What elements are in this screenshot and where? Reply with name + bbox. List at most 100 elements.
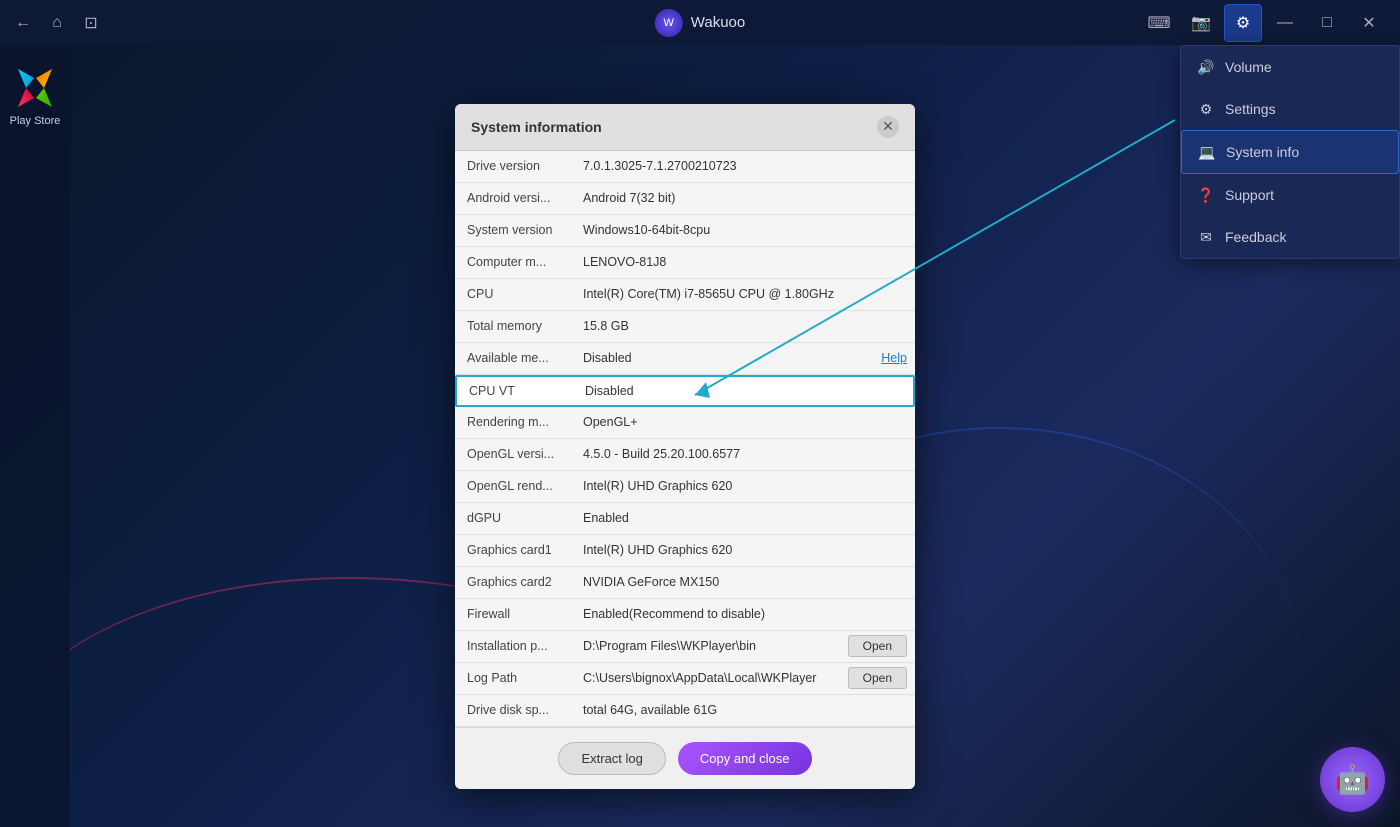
dropdown-item-settings[interactable]: ⚙ Settings <box>1181 88 1399 130</box>
row-label: CPU <box>455 281 575 307</box>
dropdown-item-volume[interactable]: 🔊 Volume <box>1181 46 1399 88</box>
info-table: Drive version 7.0.1.3025-7.1.2700210723 … <box>455 151 915 727</box>
table-row: Available me... Disabled Help <box>455 343 915 375</box>
row-value: OpenGL+ <box>575 409 915 435</box>
row-label: Available me... <box>455 345 575 371</box>
dropdown-menu: 🔊 Volume ⚙ Settings 💻 System info ❓ Supp… <box>1180 45 1400 259</box>
row-label: System version <box>455 217 575 243</box>
row-value: D:\Program Files\WKPlayer\bin <box>575 633 840 659</box>
sidebar-item-playstore[interactable]: Play Store <box>5 65 65 127</box>
apps-icon[interactable]: ⊡ <box>80 12 102 34</box>
keyboard-icon[interactable]: ⌨ <box>1140 4 1178 42</box>
titlebar-right: ⌨ 📷 ⚙ — □ ✕ <box>1140 4 1388 42</box>
row-value: Disabled <box>575 345 881 371</box>
row-value: Intel(R) Core(TM) i7-8565U CPU @ 1.80GHz <box>575 281 915 307</box>
row-label: Graphics card2 <box>455 569 575 595</box>
table-row: OpenGL rend... Intel(R) UHD Graphics 620 <box>455 471 915 503</box>
dropdown-label-feedback: Feedback <box>1225 229 1286 245</box>
support-icon: ❓ <box>1197 186 1215 204</box>
dialog-footer: Extract log Copy and close <box>455 727 915 789</box>
table-row: Rendering m... OpenGL+ <box>455 407 915 439</box>
row-value: LENOVO-81J8 <box>575 249 915 275</box>
copy-close-btn[interactable]: Copy and close <box>678 742 812 775</box>
settings-menu-icon: ⚙ <box>1197 100 1215 118</box>
dropdown-item-sysinfo[interactable]: 💻 System info <box>1181 130 1399 174</box>
back-icon[interactable]: ← <box>12 12 34 34</box>
dropdown-label-support: Support <box>1225 187 1274 203</box>
row-value-cpu-vt: Disabled <box>577 378 913 404</box>
row-label: Installation p... <box>455 633 575 659</box>
titlebar-center: W Wakuoo <box>655 9 745 37</box>
titlebar: ← ⌂ ⊡ W Wakuoo ⌨ 📷 ⚙ — □ ✕ <box>0 0 1400 45</box>
row-value: total 64G, available 61G <box>575 697 915 723</box>
table-row: Firewall Enabled(Recommend to disable) <box>455 599 915 631</box>
row-value: Windows10-64bit-8cpu <box>575 217 915 243</box>
dropdown-item-feedback[interactable]: ✉ Feedback <box>1181 216 1399 258</box>
row-value: NVIDIA GeForce MX150 <box>575 569 915 595</box>
table-row: OpenGL versi... 4.5.0 - Build 25.20.100.… <box>455 439 915 471</box>
dropdown-label-volume: Volume <box>1225 59 1272 75</box>
row-label: Firewall <box>455 601 575 627</box>
row-label: Rendering m... <box>455 409 575 435</box>
table-row: CPU Intel(R) Core(TM) i7-8565U CPU @ 1.8… <box>455 279 915 311</box>
table-row: Graphics card1 Intel(R) UHD Graphics 620 <box>455 535 915 567</box>
row-value: Intel(R) UHD Graphics 620 <box>575 473 915 499</box>
maximize-btn[interactable]: □ <box>1308 4 1346 42</box>
table-row: Computer m... LENOVO-81J8 <box>455 247 915 279</box>
table-row: dGPU Enabled <box>455 503 915 535</box>
help-link[interactable]: Help <box>881 345 915 371</box>
dialog-close-btn[interactable]: ✕ <box>877 116 899 138</box>
installation-open-btn[interactable]: Open <box>848 635 907 657</box>
table-row: Android versi... Android 7(32 bit) <box>455 183 915 215</box>
titlebar-left: ← ⌂ ⊡ <box>12 12 102 34</box>
table-row: Log Path C:\Users\bignox\AppData\Local\W… <box>455 663 915 695</box>
row-label: Graphics card1 <box>455 537 575 563</box>
sidebar: Play Store <box>0 45 70 827</box>
feedback-icon: ✉ <box>1197 228 1215 246</box>
table-row-cpu-vt: CPU VT Disabled <box>455 375 915 407</box>
table-row: Graphics card2 NVIDIA GeForce MX150 <box>455 567 915 599</box>
row-value: Enabled(Recommend to disable) <box>575 601 915 627</box>
sysinfo-icon: 💻 <box>1198 143 1216 161</box>
row-label: OpenGL versi... <box>455 441 575 467</box>
row-label: OpenGL rend... <box>455 473 575 499</box>
screenshot-icon[interactable]: 📷 <box>1182 4 1220 42</box>
row-label: Drive disk sp... <box>455 697 575 723</box>
dropdown-item-support[interactable]: ❓ Support <box>1181 174 1399 216</box>
dropdown-label-sysinfo: System info <box>1226 144 1299 160</box>
table-row: System version Windows10-64bit-8cpu <box>455 215 915 247</box>
dialog-title: System information <box>471 119 602 135</box>
play-store-svg-icon <box>12 65 58 111</box>
table-row: Total memory 15.8 GB <box>455 311 915 343</box>
row-label: Android versi... <box>455 185 575 211</box>
minimize-btn[interactable]: — <box>1266 4 1304 42</box>
logpath-open-btn[interactable]: Open <box>848 667 907 689</box>
system-info-dialog: System information ✕ Drive version 7.0.1… <box>455 104 915 789</box>
row-value: Intel(R) UHD Graphics 620 <box>575 537 915 563</box>
table-row: Installation p... D:\Program Files\WKPla… <box>455 631 915 663</box>
app-logo: W <box>655 9 683 37</box>
row-label: Drive version <box>455 153 575 179</box>
row-label: dGPU <box>455 505 575 531</box>
row-value: C:\Users\bignox\AppData\Local\WKPlayer <box>575 665 840 691</box>
dialog-header: System information ✕ <box>455 104 915 151</box>
home-icon[interactable]: ⌂ <box>46 12 68 34</box>
row-value: 15.8 GB <box>575 313 915 339</box>
row-label-cpu-vt: CPU VT <box>457 378 577 404</box>
row-label: Log Path <box>455 665 575 691</box>
dropdown-label-settings: Settings <box>1225 101 1276 117</box>
close-btn[interactable]: ✕ <box>1350 4 1388 42</box>
extract-log-btn[interactable]: Extract log <box>558 742 665 775</box>
row-value: Enabled <box>575 505 915 531</box>
play-store-label: Play Store <box>10 115 61 127</box>
row-value: 7.0.1.3025-7.1.2700210723 <box>575 153 915 179</box>
app-title: Wakuoo <box>691 14 745 31</box>
row-label: Total memory <box>455 313 575 339</box>
volume-icon: 🔊 <box>1197 58 1215 76</box>
row-value: Android 7(32 bit) <box>575 185 915 211</box>
settings-icon[interactable]: ⚙ <box>1224 4 1262 42</box>
dialog-body: Drive version 7.0.1.3025-7.1.2700210723 … <box>455 151 915 727</box>
row-label: Computer m... <box>455 249 575 275</box>
row-value: 4.5.0 - Build 25.20.100.6577 <box>575 441 915 467</box>
table-row: Drive version 7.0.1.3025-7.1.2700210723 <box>455 151 915 183</box>
